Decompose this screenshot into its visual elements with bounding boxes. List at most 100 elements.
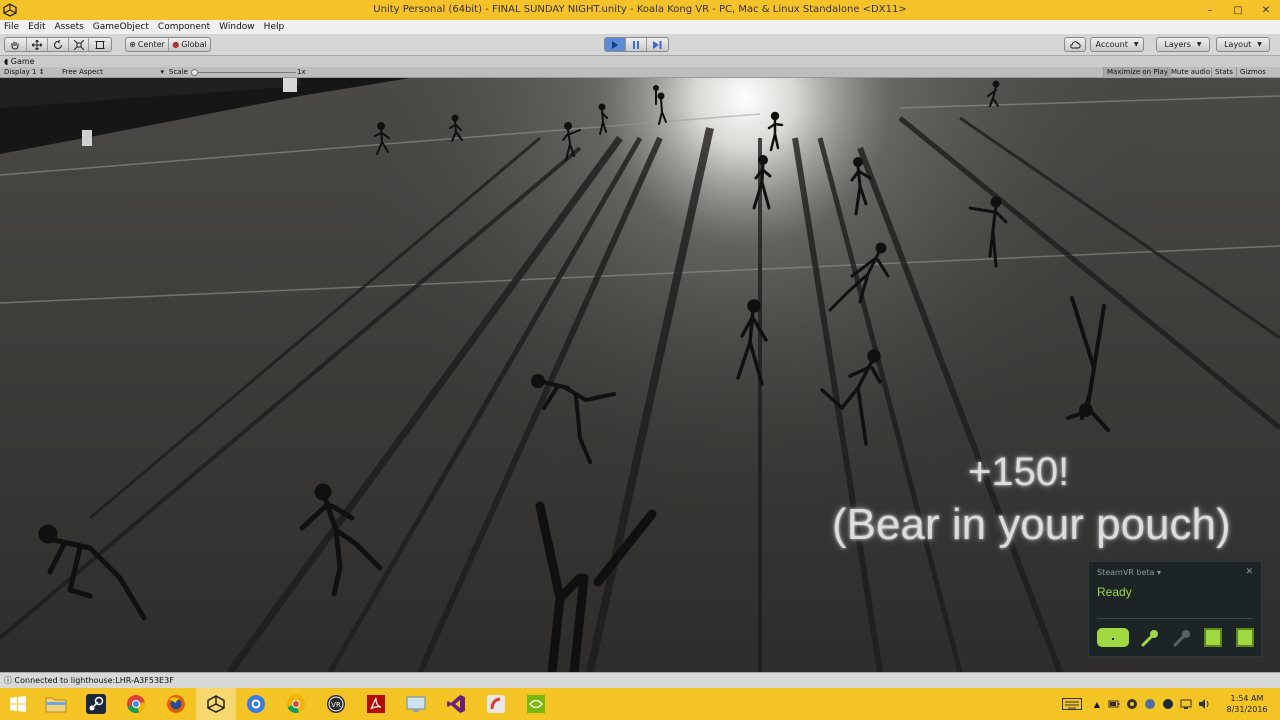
steamvr-close-button[interactable]: ✕ (1245, 567, 1253, 577)
layout-label: Layout (1224, 40, 1252, 49)
controller-glyph-off (1173, 629, 1190, 646)
chevron-up-icon[interactable]: ▲ (1094, 700, 1100, 709)
system-tray: ▲ 1:54 AM 8/31/2016 (1061, 688, 1280, 720)
canary-glyph (287, 695, 305, 714)
chrome-remote-desktop-icon[interactable] (236, 688, 276, 720)
pivot-center-button[interactable]: ⊕ Center (126, 38, 169, 51)
vr-app-icon[interactable]: VR (316, 688, 356, 720)
git-glyph (487, 695, 505, 713)
minimize-button[interactable]: – (1196, 0, 1224, 20)
pivot-icon: ⊕ (129, 40, 136, 49)
wall-light (82, 130, 92, 146)
maximize-on-play-toggle[interactable]: Maximize on Play (1103, 67, 1171, 78)
aspect-dropdown[interactable]: Free Aspect ▾ (62, 67, 164, 78)
steam-tray-icon[interactable] (1162, 698, 1174, 710)
menu-edit[interactable]: Edit (28, 22, 45, 32)
game-tab[interactable]: ◖ Game (0, 56, 1280, 67)
pause-icon (633, 40, 639, 49)
menu-assets[interactable]: Assets (55, 22, 84, 32)
account-label: Account (1095, 40, 1128, 49)
steamvr-status-window: SteamVR beta ▾ ✕ Ready (1088, 561, 1262, 657)
network-app-icon[interactable] (396, 688, 436, 720)
keyboard-icon[interactable] (1061, 698, 1082, 710)
steamvr-status-text: Ready (1097, 585, 1132, 599)
chevron-down-icon: ▼ (1196, 41, 1202, 48)
nvidia-icon[interactable] (516, 688, 556, 720)
unity-icon[interactable] (196, 688, 236, 720)
menu-file[interactable]: File (4, 22, 19, 32)
chevron-down-icon: ▼ (1257, 41, 1262, 48)
scale-tool-button[interactable] (69, 38, 90, 51)
battery-icon[interactable] (1108, 698, 1120, 710)
controller-glyph (1141, 629, 1158, 646)
menu-component[interactable]: Component (158, 22, 210, 32)
taskbar-clock[interactable]: 1:54 AM 8/31/2016 (1218, 693, 1276, 715)
maximize-button[interactable]: □ (1224, 0, 1252, 20)
layout-dropdown[interactable]: Layout ▼ (1216, 37, 1270, 52)
divider (1097, 618, 1253, 619)
cloud-button[interactable] (1064, 37, 1086, 52)
chrome-icon[interactable] (116, 688, 156, 720)
move-tool-button[interactable] (27, 38, 49, 51)
menu-bar: File Edit Assets GameObject Component Wi… (0, 20, 1280, 34)
account-dropdown[interactable]: Account ▼ (1090, 37, 1144, 52)
controller-icon[interactable] (1139, 628, 1161, 647)
folder-glyph (45, 697, 67, 713)
volume-icon[interactable] (1198, 698, 1210, 710)
sync-icon[interactable] (1126, 698, 1138, 710)
play-controls (604, 37, 669, 52)
hand-icon (11, 41, 19, 50)
play-icon (612, 40, 618, 49)
windows-taskbar: VR ▲ 1:54 AM 8/31/2016 (0, 688, 1280, 720)
menu-window[interactable]: Window (219, 22, 255, 32)
steam-icon[interactable] (76, 688, 116, 720)
layers-dropdown[interactable]: Layers ▼ (1156, 37, 1210, 52)
cloud-icon (1070, 40, 1081, 48)
hand-tool-button[interactable] (5, 38, 27, 51)
menu-gameobject[interactable]: GameObject (93, 22, 149, 32)
base-station-icon[interactable] (1236, 628, 1254, 647)
headset-glyph (1112, 637, 1114, 640)
play-button[interactable] (605, 38, 626, 51)
global-icon: ● (172, 40, 180, 49)
menu-help[interactable]: Help (264, 22, 285, 32)
file-explorer-icon[interactable] (36, 688, 76, 720)
base-station-icon[interactable] (1204, 628, 1222, 647)
pause-button[interactable] (626, 38, 647, 51)
svg-text:VR: VR (331, 701, 341, 709)
visual-studio-icon[interactable] (436, 688, 476, 720)
rect-tool-button[interactable] (89, 38, 111, 51)
scale-icon (73, 39, 84, 50)
network-icon[interactable] (1180, 698, 1192, 710)
console-status-bar[interactable]: ⓘ Connected to lighthouse:LHR-A3F53E3F (0, 672, 1280, 688)
clock-date: 8/31/2016 (1226, 705, 1268, 714)
vr-glyph: VR (327, 695, 345, 713)
step-button[interactable] (647, 38, 668, 51)
scale-slider-track[interactable] (192, 72, 296, 73)
bonus-message: (Bear in your pouch) (832, 500, 1231, 549)
stats-toggle[interactable]: Stats (1211, 67, 1236, 78)
firefox-icon[interactable] (156, 688, 196, 720)
start-button[interactable] (0, 688, 36, 720)
scale-slider-thumb[interactable] (191, 69, 198, 76)
gizmos-dropdown[interactable]: Gizmos (1236, 67, 1269, 78)
close-button[interactable]: ✕ (1252, 0, 1280, 20)
step-icon (653, 40, 662, 49)
window-titlebar: Unity Personal (64bit) - FINAL SUNDAY NI… (0, 0, 1280, 20)
acrobat-icon[interactable] (356, 688, 396, 720)
pivot-center-label: Center (137, 40, 165, 49)
update-icon[interactable] (1144, 698, 1156, 710)
mute-audio-toggle[interactable]: Mute audio (1167, 67, 1213, 78)
nvidia-glyph (527, 695, 545, 713)
headset-icon[interactable] (1097, 628, 1129, 647)
pivot-global-button[interactable]: ● Global (169, 38, 210, 51)
controller-icon[interactable] (1171, 628, 1193, 647)
rotate-tool-button[interactable] (48, 38, 69, 51)
display-dropdown[interactable]: Display 1 ↕ (4, 67, 45, 78)
chevron-down-icon: ▼ (1133, 41, 1139, 48)
git-app-icon[interactable] (476, 688, 516, 720)
chrome-canary-icon[interactable] (276, 688, 316, 720)
game-tab-label: Game (10, 57, 35, 66)
steamvr-menu[interactable]: SteamVR beta ▾ (1097, 568, 1161, 577)
status-message: Connected to lighthouse:LHR-A3F53E3F (14, 676, 174, 685)
